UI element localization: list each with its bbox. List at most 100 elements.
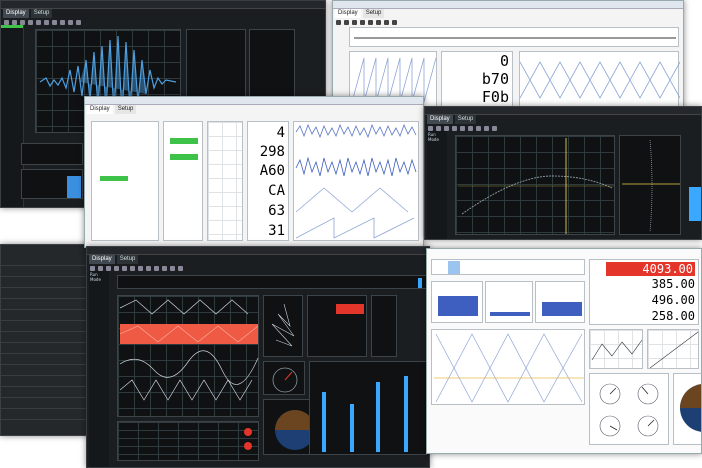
tab-display[interactable]: Display (427, 115, 453, 124)
toolbar-icons[interactable] (468, 126, 473, 131)
toolbar-icons[interactable] (68, 20, 73, 25)
tab-setup[interactable]: Setup (30, 9, 53, 18)
window-titlebar (87, 247, 429, 255)
toolbar-icons[interactable] (352, 20, 357, 25)
spiral-svg (271, 303, 295, 347)
scatter-chart-1 (589, 329, 643, 369)
toolbar-icons[interactable] (162, 266, 167, 271)
toolbar-icons[interactable] (392, 20, 397, 25)
curve-svg (458, 138, 614, 234)
toolbar-icons[interactable] (376, 20, 381, 25)
toolbar-icons[interactable] (336, 20, 341, 25)
strip-svg (119, 299, 259, 401)
strip-chart (117, 295, 259, 417)
window-curve: Display Setup Run Mode (424, 106, 702, 240)
toolbar-icons[interactable] (384, 20, 389, 25)
pie-panel (673, 373, 701, 445)
timeline-cursor[interactable] (418, 278, 422, 288)
button-green[interactable] (170, 154, 198, 160)
toolbar-icons[interactable] (36, 20, 41, 25)
hex-digit-panel: 0 b70 F0b (441, 51, 513, 107)
toolbar-icons[interactable] (154, 266, 159, 271)
toolbar (333, 18, 683, 27)
highlight-cell (336, 304, 364, 314)
gauge-bar (322, 392, 326, 452)
timeline-marker (448, 261, 460, 274)
tab-bar: Display Setup (333, 9, 683, 18)
diagonal-svg (434, 333, 584, 403)
window-titlebar (85, 97, 423, 105)
tab-setup[interactable]: Setup (114, 105, 137, 114)
toolbar-icons[interactable] (44, 20, 49, 25)
toolbar-icons[interactable] (146, 266, 151, 271)
tab-display[interactable]: Display (3, 9, 29, 18)
toolbar-icons[interactable] (170, 266, 175, 271)
gauge-bar (376, 382, 380, 452)
mode-strip: Run Mode (427, 131, 447, 239)
toolbar-icons[interactable] (28, 20, 33, 25)
toolbar-icons[interactable] (122, 266, 127, 271)
hex-digit-2: F0b (481, 88, 509, 106)
curve-chart (455, 135, 615, 235)
toolbar-icons[interactable] (60, 20, 65, 25)
toolbar-icons[interactable] (484, 126, 489, 131)
pie-chart-icon (680, 384, 701, 432)
side-curve-svg (622, 139, 680, 233)
toolbar-icons[interactable] (76, 20, 81, 25)
readout-3: 258.00 (651, 309, 695, 323)
scatter-chart-2 (647, 329, 699, 369)
toolbar-icons[interactable] (368, 20, 373, 25)
bottom-panel-2 (21, 169, 83, 199)
triangle-svg (520, 61, 680, 99)
tab-display[interactable]: Display (89, 255, 115, 264)
gauge-bar (350, 404, 354, 452)
blue-bar-1 (431, 281, 483, 323)
toolbar-icons[interactable] (138, 266, 143, 271)
toolbar-icons[interactable] (476, 126, 481, 131)
bar-fill (542, 302, 582, 316)
toolbar-icons[interactable] (460, 126, 465, 131)
gauge-icon (272, 367, 298, 393)
window-titlebar (1, 1, 325, 9)
status-indicator (244, 442, 252, 450)
level-bar (67, 176, 81, 198)
bar-fill (438, 296, 478, 316)
spiral-chart (263, 295, 303, 357)
digit-4: 63 (268, 203, 285, 219)
run-mode-label: Run Mode (428, 132, 439, 142)
digit-2: A60 (259, 163, 285, 179)
curve-side-panel (619, 135, 681, 235)
toolbar-icons[interactable] (114, 266, 119, 271)
window-titlebar (425, 107, 701, 115)
tab-display[interactable]: Display (335, 9, 361, 18)
blue-bar-2 (485, 281, 533, 323)
noise-charts (293, 121, 419, 241)
window-dashboard: Display Setup Run Mode (86, 246, 430, 468)
toolbar-icons[interactable] (360, 20, 365, 25)
tab-setup[interactable]: Setup (454, 115, 477, 124)
toolbar-icons[interactable] (344, 20, 349, 25)
diagonal-chart (431, 329, 585, 405)
toolbar-icons[interactable] (52, 20, 57, 25)
noise-svg (295, 123, 417, 239)
tab-display[interactable]: Display (87, 105, 113, 114)
toolbar-icons[interactable] (492, 126, 497, 131)
toolbar-icons[interactable] (178, 266, 183, 271)
form-status-green (100, 176, 128, 181)
digit-3: CA (268, 183, 285, 199)
tab-bar: Display Setup (425, 115, 701, 124)
vertical-chart (207, 121, 243, 241)
scatter-svg-1 (591, 339, 643, 361)
bar-fill (490, 312, 530, 316)
blue-bar-3 (535, 281, 585, 323)
tab-setup[interactable]: Setup (116, 255, 139, 264)
toolbar-icons[interactable] (452, 126, 457, 131)
tab-setup[interactable]: Setup (362, 9, 385, 18)
toolbar-icons[interactable] (130, 266, 135, 271)
data-grid (117, 421, 259, 461)
button-green[interactable] (170, 138, 198, 144)
dial-panel (589, 373, 669, 445)
digit-5: 31 (268, 223, 285, 239)
digital-readouts: 4093.00 385.00 496.00 258.00 (589, 259, 699, 325)
status-indicator (244, 428, 252, 436)
